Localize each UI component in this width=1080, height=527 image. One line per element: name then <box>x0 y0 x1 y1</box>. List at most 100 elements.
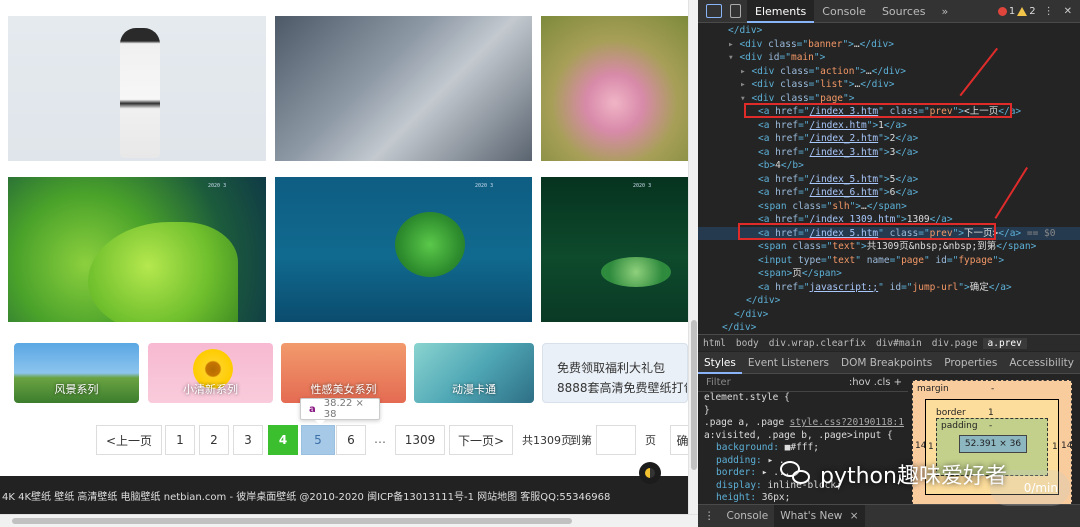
breadcrumb-item[interactable]: div.wrap.clearfix <box>764 338 871 349</box>
category-fresh[interactable]: 小清新系列 <box>148 343 273 403</box>
breadcrumb-item[interactable]: div.page <box>927 338 983 349</box>
page-2-button[interactable]: 2 <box>199 425 229 455</box>
dom-line[interactable]: </div> <box>698 24 1080 38</box>
scrollbar-thumb[interactable] <box>691 320 697 470</box>
kebab-menu-icon[interactable]: ⋮ <box>1044 6 1054 17</box>
style-rule-line[interactable]: style.css?20190118:1 .page a, .page <box>698 417 908 430</box>
dom-line[interactable]: ▸ <div class="action">…</div> <box>698 65 1080 79</box>
drawer-tab-console[interactable]: Console <box>721 510 775 522</box>
style-value[interactable]: ■#fff; <box>779 442 819 453</box>
dom-token: fypage <box>958 254 993 266</box>
dom-line[interactable]: <a href="/index_2.htm">2</a> <box>698 132 1080 146</box>
style-rule-line[interactable]: element.style { <box>698 392 908 405</box>
dom-line[interactable]: <a href="javascript:;" id="jump-url">确定<… <box>698 281 1080 295</box>
tab-elements[interactable]: Elements <box>747 0 815 23</box>
footer-text: 4K 4K壁纸 壁纸 高清壁纸 电脑壁纸 netbian.com - 彼岸桌面壁… <box>2 491 611 503</box>
more-tabs-chevron[interactable]: » <box>933 0 956 23</box>
breadcrumb-item[interactable]: body <box>731 338 764 349</box>
category-anime[interactable]: 动漫卡通 <box>414 343 534 403</box>
island-shape <box>395 212 465 277</box>
dom-token[interactable]: /index_3.htm <box>810 147 879 158</box>
wallpaper-thumb-blossom[interactable] <box>541 16 688 161</box>
wallpaper-thumb-girl[interactable] <box>8 16 266 161</box>
issue-counters[interactable]: 1 2 ⋮ ✕ <box>997 6 1080 17</box>
style-source-link[interactable]: style.css?20190118:1 <box>790 417 908 430</box>
dom-line[interactable]: <span>页</span> <box>698 267 1080 281</box>
dom-line[interactable]: </div> <box>698 294 1080 308</box>
style-rule-line[interactable]: } <box>698 405 908 418</box>
drawer-menu-icon[interactable]: ⋮ <box>698 510 721 522</box>
drawer-tab-whats-new[interactable]: What's New × <box>774 504 865 527</box>
dom-token: page <box>901 254 924 266</box>
style-value[interactable]: 36px; <box>756 492 791 503</box>
breadcrumb-item[interactable]: html <box>698 338 731 349</box>
wallpaper-thumb-anime[interactable] <box>275 16 532 161</box>
filter-controls[interactable]: :hov .cls + <box>849 377 908 388</box>
page-5-button[interactable]: 5 <box>301 425 335 455</box>
dom-token: <a <box>758 146 776 158</box>
tab-sources[interactable]: Sources <box>874 0 934 23</box>
subtab-item[interactable]: Styles <box>698 352 742 374</box>
dom-line[interactable]: <span class="slh">…</span> <box>698 200 1080 214</box>
border-value: 1 <box>988 408 994 418</box>
confirm-button[interactable]: 确 <box>670 425 688 455</box>
dom-line[interactable]: </div> <box>698 321 1080 335</box>
dom-token: =" <box>796 38 809 50</box>
style-property[interactable]: display: <box>716 480 762 491</box>
style-rule-line[interactable]: height: 36px; <box>698 492 908 505</box>
style-property[interactable]: background: <box>716 442 779 453</box>
dom-token[interactable]: javascript:; <box>810 282 879 293</box>
dom-line[interactable]: <a href="/index.htm">1</a> <box>698 119 1080 133</box>
dom-line[interactable]: <a href="/index_6.htm">6</a> <box>698 186 1080 200</box>
device-toolbar-icon[interactable] <box>730 4 741 18</box>
category-landscape[interactable]: 风景系列 <box>14 343 139 403</box>
next-page-button[interactable]: 下一页> <box>449 425 513 455</box>
style-rule-line[interactable]: background: ■#fff; <box>698 442 908 455</box>
wallpaper-thumb-lotus[interactable]: 2020 3 <box>541 177 688 322</box>
category-beauty[interactable]: 性感美女系列 <box>281 343 406 403</box>
page-jump-input[interactable] <box>596 425 636 455</box>
dom-token: "> <box>878 146 890 158</box>
dom-token[interactable]: /index_2.htm <box>810 133 879 144</box>
breadcrumb-item[interactable]: div#main <box>871 338 927 349</box>
last-page-button[interactable]: 1309 <box>395 425 445 455</box>
theme-toggle-icon[interactable] <box>639 462 661 484</box>
horizontal-scrollbar[interactable] <box>0 514 698 527</box>
dom-line[interactable]: ▸ <div class="list">…</div> <box>698 78 1080 92</box>
inspect-element-icon[interactable] <box>706 4 722 18</box>
dom-line[interactable]: <input type="text" name="page" id="fypag… <box>698 254 1080 268</box>
styles-filter[interactable]: Filter:hov .cls + <box>698 374 908 392</box>
wallpaper-thumb-leaf[interactable]: 2020 3 <box>8 177 266 322</box>
dom-token[interactable]: /index_5.htm <box>810 174 879 185</box>
page-1-button[interactable]: 1 <box>165 425 195 455</box>
promo-banner[interactable]: 免费领取福利大礼包 8888套高清免费壁纸打包 <box>542 343 688 403</box>
dom-token: </span> <box>801 268 842 279</box>
prev-page-button[interactable]: <上一页 <box>96 425 162 455</box>
dom-token[interactable]: /index.htm <box>810 120 867 131</box>
close-icon[interactable]: ✕ <box>1064 6 1072 17</box>
highlight-box-prev <box>744 103 1012 118</box>
page-3-button[interactable]: 3 <box>233 425 263 455</box>
dom-line[interactable]: <a href="/index_3.htm">3</a> <box>698 146 1080 160</box>
style-property[interactable]: border: <box>716 467 756 478</box>
breadcrumb-item[interactable]: a.prev <box>982 337 1027 349</box>
h-scrollbar-thumb[interactable] <box>12 518 572 524</box>
style-property[interactable]: padding: <box>716 455 762 466</box>
dom-line[interactable]: ▸ <div class="banner">…</div> <box>698 38 1080 52</box>
subtab-item[interactable]: Properties <box>938 352 1003 374</box>
subtab-item[interactable]: Accessibility <box>1003 352 1080 374</box>
dom-line[interactable]: ▾ <div id="main"> <box>698 51 1080 65</box>
wallpaper-thumb-island[interactable]: 2020 3 <box>275 177 532 322</box>
style-rule-line[interactable]: a:visited, .page b, .page>input { <box>698 430 908 443</box>
tab-console[interactable]: Console <box>814 0 874 23</box>
vertical-scrollbar[interactable] <box>688 0 698 514</box>
close-drawer-tab-icon[interactable]: × <box>846 510 859 522</box>
dom-token[interactable]: /index_6.htm <box>810 187 879 198</box>
style-property[interactable]: height: <box>716 492 756 503</box>
dom-line[interactable]: </div> <box>698 308 1080 322</box>
dom-line[interactable]: <span class="text">共1309页&nbsp;&nbsp;到第<… <box>698 240 1080 254</box>
subtab-item[interactable]: Event Listeners <box>742 352 835 374</box>
subtab-item[interactable]: DOM Breakpoints <box>835 352 938 374</box>
goto-text: 到第 <box>570 434 592 447</box>
page-6-button[interactable]: 6 <box>336 425 366 455</box>
